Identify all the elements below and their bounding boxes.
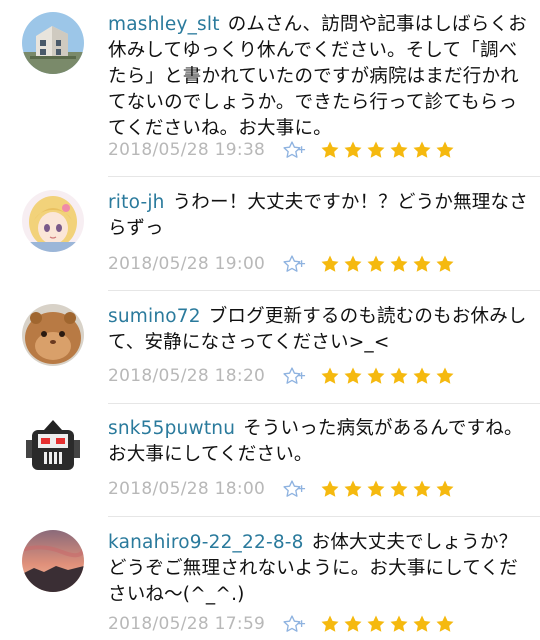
divider bbox=[108, 516, 540, 517]
star-icon[interactable] bbox=[343, 614, 363, 634]
comment-meta: 2018/05/28 19:38 + bbox=[108, 138, 458, 162]
add-star-button[interactable]: + bbox=[282, 138, 312, 162]
star-icon[interactable] bbox=[435, 140, 455, 160]
hamster-avatar[interactable] bbox=[22, 304, 84, 366]
comment-username[interactable]: kanahiro9-22_22-8-8 bbox=[108, 532, 304, 553]
comment-text-block: mashley_slt のムさん、訪問や記事はしばらくお休みしてゆっくり休んでくだ… bbox=[108, 12, 528, 142]
comment-text-block: rito-jh うわー！大丈夫ですか！？どうか無理なさらずっ bbox=[108, 190, 528, 242]
comment-meta: 2018/05/28 18:00 + bbox=[108, 477, 458, 501]
add-star-button[interactable]: + bbox=[282, 477, 312, 501]
comment-text-block: kanahiro9-22_22-8-8 お体大丈夫でしょうか？どうぞご無理されない… bbox=[108, 530, 528, 608]
star-list bbox=[320, 614, 458, 634]
star-icon[interactable] bbox=[343, 254, 363, 274]
star-icon[interactable] bbox=[366, 254, 386, 274]
sunset-avatar[interactable] bbox=[22, 530, 84, 592]
star-icon[interactable] bbox=[366, 614, 386, 634]
comment-meta: 2018/05/28 18:20 + bbox=[108, 364, 458, 388]
star-icon[interactable] bbox=[343, 140, 363, 160]
star-icon[interactable] bbox=[366, 366, 386, 386]
star-icon[interactable] bbox=[412, 366, 432, 386]
house-photo-avatar[interactable] bbox=[22, 12, 84, 74]
add-star-button[interactable]: + bbox=[282, 252, 312, 276]
comment-timestamp: 2018/05/28 19:38 bbox=[108, 140, 266, 160]
star-icon[interactable] bbox=[343, 366, 363, 386]
star-list bbox=[320, 254, 458, 274]
star-icon[interactable] bbox=[389, 140, 409, 160]
star-icon[interactable] bbox=[366, 140, 386, 160]
robot-avatar[interactable] bbox=[22, 416, 84, 478]
star-icon[interactable] bbox=[435, 614, 455, 634]
star-icon[interactable] bbox=[320, 254, 340, 274]
anime-girl-avatar[interactable] bbox=[22, 190, 84, 252]
star-icon[interactable] bbox=[412, 140, 432, 160]
comment-username[interactable]: rito-jh bbox=[108, 192, 165, 213]
star-icon[interactable] bbox=[435, 366, 455, 386]
comment-username[interactable]: sumino72 bbox=[108, 306, 201, 327]
star-icon[interactable] bbox=[320, 614, 340, 634]
star-icon[interactable] bbox=[389, 614, 409, 634]
star-icon[interactable] bbox=[412, 479, 432, 499]
plus-icon: + bbox=[297, 617, 307, 630]
divider bbox=[108, 403, 540, 404]
add-star-button[interactable]: + bbox=[282, 364, 312, 388]
comment-text-block: snk55puwtnu そういった病気があるんですね。お大事にしてください。 bbox=[108, 416, 528, 468]
star-icon[interactable] bbox=[320, 366, 340, 386]
comment-meta: 2018/05/28 17:59 + bbox=[108, 612, 458, 636]
star-list bbox=[320, 479, 458, 499]
comment-username[interactable]: mashley_slt bbox=[108, 14, 220, 35]
comment-timestamp: 2018/05/28 19:00 bbox=[108, 254, 266, 274]
star-icon[interactable] bbox=[389, 366, 409, 386]
plus-icon: + bbox=[297, 143, 307, 156]
comment-meta: 2018/05/28 19:00 + bbox=[108, 252, 458, 276]
comment-username[interactable]: snk55puwtnu bbox=[108, 418, 235, 439]
star-icon[interactable] bbox=[435, 479, 455, 499]
divider bbox=[108, 176, 540, 177]
star-icon[interactable] bbox=[320, 140, 340, 160]
comment-text: うわー！大丈夫ですか！？どうか無理なさらずっ bbox=[108, 192, 528, 239]
star-icon[interactable] bbox=[412, 254, 432, 274]
comment-timestamp: 2018/05/28 18:00 bbox=[108, 479, 266, 499]
star-list bbox=[320, 366, 458, 386]
star-icon[interactable] bbox=[435, 254, 455, 274]
add-star-button[interactable]: + bbox=[282, 612, 312, 636]
star-icon[interactable] bbox=[389, 254, 409, 274]
star-icon[interactable] bbox=[366, 479, 386, 499]
plus-icon: + bbox=[297, 482, 307, 495]
plus-icon: + bbox=[297, 369, 307, 382]
star-icon[interactable] bbox=[412, 614, 432, 634]
comment-timestamp: 2018/05/28 18:20 bbox=[108, 366, 266, 386]
star-icon[interactable] bbox=[343, 479, 363, 499]
comment-text-block: sumino72 ブログ更新するのも読むのもお休みして、安静になさってください>_… bbox=[108, 304, 528, 356]
star-icon[interactable] bbox=[320, 479, 340, 499]
star-list bbox=[320, 140, 458, 160]
star-icon[interactable] bbox=[389, 479, 409, 499]
plus-icon: + bbox=[297, 257, 307, 270]
divider bbox=[108, 290, 540, 291]
comment-timestamp: 2018/05/28 17:59 bbox=[108, 614, 266, 634]
